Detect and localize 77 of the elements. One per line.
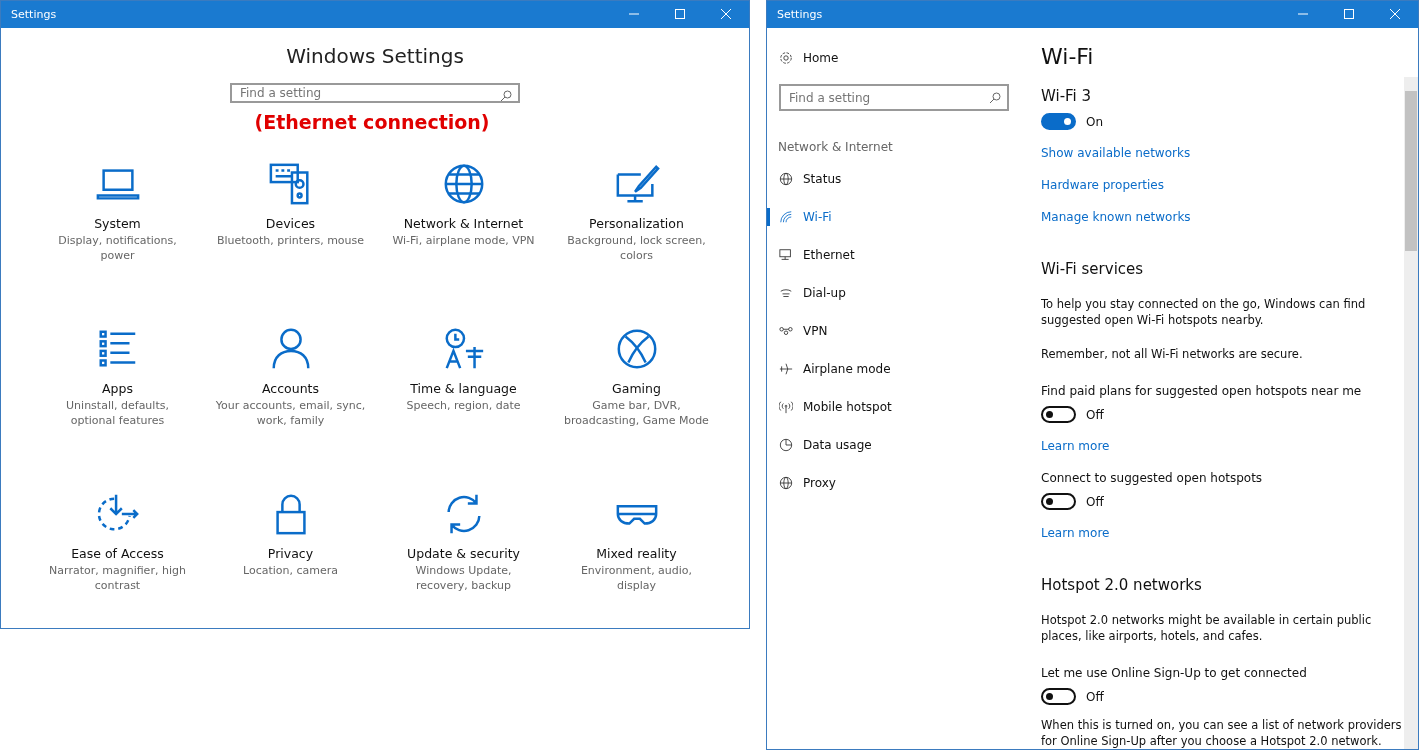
link[interactable]: Manage known networks: [1041, 206, 1191, 238]
category-description: Environment, audio, display: [579, 563, 694, 593]
setting-label: Let me use Online Sign-Up to get connected: [1041, 666, 1307, 680]
toggle-switch[interactable]: [1041, 688, 1076, 705]
category-name[interactable]: Mixed reality: [596, 546, 677, 561]
pie-chart-icon: [779, 438, 793, 452]
section-heading: Hotspot 2.0 networks: [1041, 576, 1202, 594]
toggle-switch[interactable]: [1041, 113, 1076, 130]
wifi-icon: [779, 210, 793, 224]
airplane-icon: [779, 362, 793, 376]
vpn-icon: [779, 324, 793, 338]
description-text: To help you stay connected on the go, Windows can find suggested open Wi-Fi hotspots nearby.: [1041, 296, 1367, 328]
search-icon: [500, 90, 512, 102]
toggle-state: On: [1086, 114, 1104, 129]
description-text: Remember, not all Wi-Fi networks are secure.: [1041, 346, 1304, 362]
category-description: Your accounts, email, sync, work, family: [215, 398, 366, 428]
category-description: Uninstall, defaults, optional features: [65, 398, 170, 428]
sidebar-item[interactable]: Mobile hotspot: [767, 388, 1017, 426]
category-name[interactable]: Time & language: [410, 381, 517, 396]
antenna-icon: [779, 400, 793, 414]
category-description: Windows Update, recovery, backup: [414, 563, 513, 593]
section-heading: Wi-Fi services: [1041, 260, 1144, 278]
sidebar-item[interactable]: Proxy: [767, 464, 1017, 502]
link[interactable]: Learn more: [1041, 435, 1110, 467]
toggle-switch[interactable]: [1041, 493, 1076, 510]
category-description: Bluetooth, printers, mouse: [215, 233, 366, 248]
category-name[interactable]: Apps: [102, 381, 133, 396]
category-name[interactable]: Ease of Access: [71, 546, 164, 561]
globe-icon: [779, 172, 793, 186]
category-name[interactable]: Privacy: [267, 546, 314, 561]
monitor-icon: [779, 248, 793, 262]
sidebar-item[interactable]: Data usage: [767, 426, 1017, 464]
toggle-state: Off: [1086, 689, 1104, 704]
sidebar-item[interactable]: VPN: [767, 312, 1017, 350]
search-field[interactable]: Find a setting: [230, 83, 520, 103]
description-text: When this is turned on, you can see a list of network providers for Online Sign-Up after you choose a Hotspot 2.0 network.: [1041, 717, 1403, 749]
category-name[interactable]: Gaming: [612, 381, 661, 396]
setting-label: Find paid plans for suggested open hotspots near me: [1041, 384, 1362, 398]
search-field[interactable]: Find a setting: [779, 84, 1009, 111]
search-icon: [989, 92, 1001, 104]
sidebar-item[interactable]: Status: [767, 160, 1017, 198]
sidebar-item[interactable]: Ethernet: [767, 236, 1017, 274]
link[interactable]: Learn more: [1041, 522, 1110, 554]
window-title: Settings: [777, 8, 823, 21]
category-description: Wi-Fi, airplane mode, VPN: [391, 233, 536, 248]
window-title: Settings: [11, 8, 57, 21]
category-description: Speech, region, date: [405, 398, 522, 413]
link[interactable]: Show available networks: [1041, 142, 1191, 174]
sidebar-item[interactable]: Dial-up: [767, 274, 1017, 312]
category-description: Game bar, DVR, broadcasting, Game Mode: [563, 398, 710, 428]
adapter-name: Wi-Fi 3: [1041, 87, 1092, 105]
category-name[interactable]: Update & security: [407, 546, 520, 561]
category-name[interactable]: Personalization: [589, 216, 684, 231]
category-name[interactable]: Accounts: [262, 381, 319, 396]
category-name[interactable]: System: [94, 216, 141, 231]
category-description: Display, notifications, power: [57, 233, 178, 263]
category-description: Location, camera: [241, 563, 340, 578]
annotation-text: (Ethernet connection): [253, 111, 491, 133]
page-heading: Windows Settings: [285, 44, 465, 68]
sidebar-item[interactable]: Wi-Fi: [767, 198, 1017, 236]
toggle-switch[interactable]: [1041, 406, 1076, 423]
category-description: Background, lock screen, colors: [566, 233, 707, 263]
toggle-state: Off: [1086, 494, 1104, 509]
section-label: Network & Internet: [777, 140, 894, 154]
globe-icon: [779, 476, 793, 490]
home-nav-item[interactable]: Home: [767, 49, 1017, 67]
category-name[interactable]: Network & Internet: [403, 216, 524, 231]
page-title: Wi-Fi: [1041, 44, 1094, 69]
category-name[interactable]: Devices: [265, 216, 316, 231]
toggle-state: Off: [1086, 407, 1104, 422]
scrollbar[interactable]: [1404, 77, 1418, 749]
description-text: Hotspot 2.0 networks might be available in certain public places, like airports, hotels, and cafes.: [1041, 612, 1373, 644]
sidebar-item[interactable]: Airplane mode: [767, 350, 1017, 388]
category-description: Narrator, magnifier, high contrast: [48, 563, 187, 593]
gear-icon: [779, 51, 793, 65]
setting-label: Connect to suggested open hotspots: [1041, 471, 1263, 485]
link[interactable]: Hardware properties: [1041, 174, 1164, 206]
